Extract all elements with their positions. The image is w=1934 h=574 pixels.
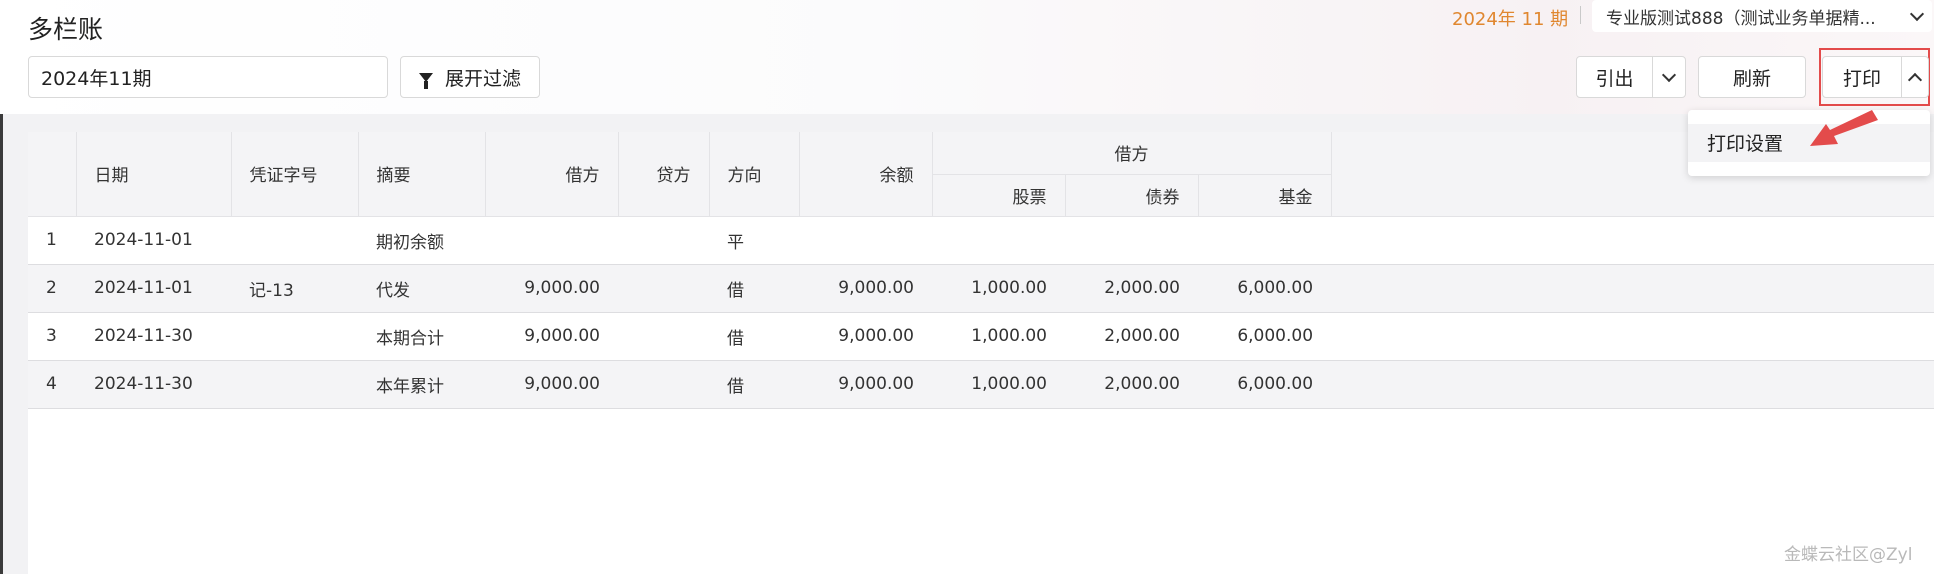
filter-icon: [418, 72, 433, 89]
expand-filter-label: 展开过滤: [444, 67, 521, 90]
period-input[interactable]: [28, 56, 388, 98]
row-debit: [485, 216, 618, 265]
row-balance: 9,000.00: [799, 312, 932, 361]
col-header-debit-group: 借方: [932, 132, 1332, 175]
row-stock: 1,000.00: [932, 312, 1065, 361]
row-index: 1: [28, 216, 76, 265]
row-fund: 6,000.00: [1198, 312, 1332, 361]
col-header-fund[interactable]: 基金: [1198, 174, 1332, 217]
table-row[interactable]: 3 2024-11-30 本期合计 9,000.00 借 9,000.00 1,…: [28, 312, 1934, 361]
row-index: 3: [28, 312, 76, 361]
page-title: 多栏账: [28, 15, 104, 44]
row-credit: [618, 216, 709, 265]
row-bond: [1065, 216, 1198, 265]
row-debit: 9,000.00: [485, 360, 618, 409]
row-debit: 9,000.00: [485, 312, 618, 361]
row-voucher: [231, 216, 358, 265]
table-row[interactable]: 4 2024-11-30 本年累计 9,000.00 借 9,000.00 1,…: [28, 360, 1934, 409]
row-bond: 2,000.00: [1065, 312, 1198, 361]
ledger-table-area: 日期 凭证字号 摘要 借方 贷方 方向 余额 借方 股票 债券 基金 1 202…: [28, 132, 1934, 574]
row-stock: 1,000.00: [932, 264, 1065, 313]
row-direction: 平: [709, 216, 799, 265]
row-date: 2024-11-30: [76, 360, 231, 409]
col-header-date[interactable]: 日期: [76, 132, 232, 217]
row-summary: 本年累计: [358, 360, 485, 409]
row-voucher: [231, 312, 358, 361]
row-summary: 代发: [358, 264, 485, 313]
chevron-down-icon: [1909, 6, 1925, 21]
col-header-index: [28, 132, 77, 217]
row-bond: 2,000.00: [1065, 360, 1198, 409]
org-selector[interactable]: 专业版测试888（测试业务单据精...: [1592, 0, 1932, 32]
row-date: 2024-11-30: [76, 312, 231, 361]
chevron-down-icon: [1661, 67, 1677, 82]
row-balance: [799, 216, 932, 265]
row-filler: [1331, 312, 1934, 361]
row-credit: [618, 312, 709, 361]
watermark: 金蝶云社区@Zyl: [1784, 545, 1913, 565]
refresh-label: 刷新: [1732, 67, 1771, 90]
row-stock: [932, 216, 1065, 265]
row-credit: [618, 360, 709, 409]
org-name: 专业版测试888（测试业务单据精...: [1606, 8, 1876, 29]
row-direction: 借: [709, 360, 799, 409]
export-button[interactable]: 引出: [1576, 56, 1653, 98]
row-credit: [618, 264, 709, 313]
row-direction: 借: [709, 312, 799, 361]
refresh-button[interactable]: 刷新: [1698, 56, 1806, 98]
print-label: 打印: [1842, 67, 1881, 90]
print-dropdown-toggle[interactable]: [1901, 56, 1929, 98]
print-button[interactable]: 打印: [1822, 56, 1902, 98]
row-fund: 6,000.00: [1198, 264, 1332, 313]
row-summary: 期初余额: [358, 216, 485, 265]
col-header-summary[interactable]: 摘要: [358, 132, 486, 217]
table-row[interactable]: 1 2024-11-01 期初余额 平: [28, 216, 1934, 265]
row-summary: 本期合计: [358, 312, 485, 361]
row-filler: [1331, 216, 1934, 265]
expand-filter-button[interactable]: 展开过滤: [400, 56, 540, 98]
row-filler: [1331, 264, 1934, 313]
col-header-voucher[interactable]: 凭证字号: [231, 132, 359, 217]
col-header-credit[interactable]: 贷方: [618, 132, 710, 217]
row-debit: 9,000.00: [485, 264, 618, 313]
voucher-link[interactable]: 记-13: [231, 264, 358, 313]
col-header-balance[interactable]: 余额: [799, 132, 933, 217]
row-index: 2: [28, 264, 76, 313]
col-header-bond[interactable]: 债券: [1065, 174, 1199, 217]
row-balance: 9,000.00: [799, 360, 932, 409]
header-divider: [1580, 6, 1581, 24]
export-label: 引出: [1595, 67, 1634, 90]
row-index: 4: [28, 360, 76, 409]
row-stock: 1,000.00: [932, 360, 1065, 409]
ledger-table: 日期 凭证字号 摘要 借方 贷方 方向 余额 借方 股票 债券 基金 1 202…: [28, 132, 1934, 409]
table-row[interactable]: 2 2024-11-01 记-13 代发 9,000.00 借 9,000.00…: [28, 264, 1934, 313]
row-fund: [1198, 216, 1332, 265]
col-header-direction[interactable]: 方向: [709, 132, 800, 217]
col-header-debit[interactable]: 借方: [485, 132, 619, 217]
col-header-stock[interactable]: 股票: [932, 174, 1066, 217]
row-voucher: [231, 360, 358, 409]
row-direction: 借: [709, 264, 799, 313]
row-date: 2024-11-01: [76, 264, 231, 313]
row-date: 2024-11-01: [76, 216, 231, 265]
export-dropdown-toggle[interactable]: [1652, 56, 1686, 98]
row-filler: [1331, 360, 1934, 409]
row-bond: 2,000.00: [1065, 264, 1198, 313]
row-fund: 6,000.00: [1198, 360, 1332, 409]
row-balance: 9,000.00: [799, 264, 932, 313]
current-period[interactable]: 2024年 11 期: [1452, 5, 1568, 31]
red-arrow-icon: [1810, 110, 1878, 146]
chevron-up-icon: [1907, 72, 1923, 87]
